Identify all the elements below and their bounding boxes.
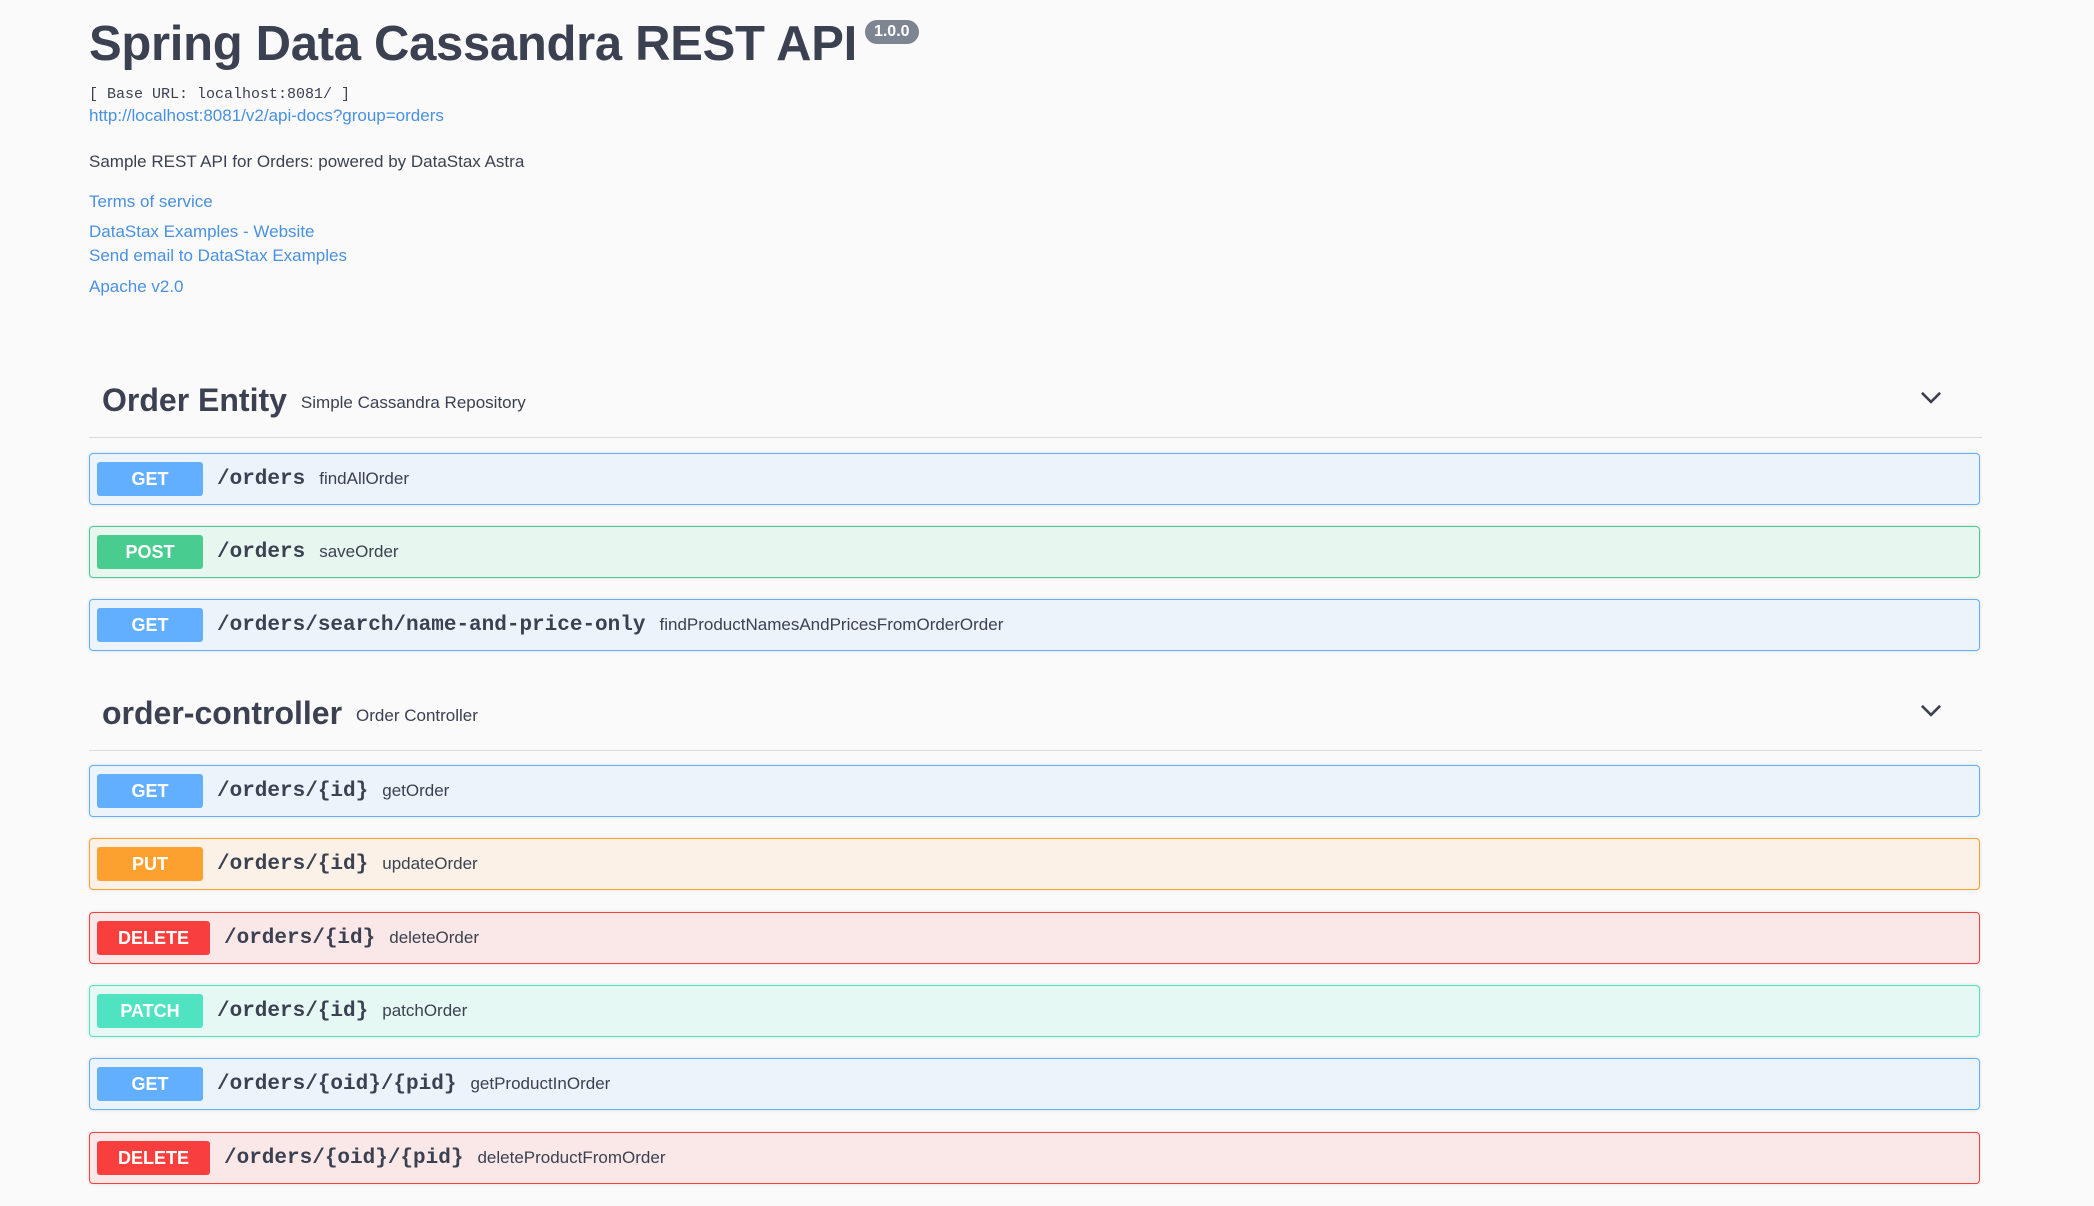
operation-post-orders[interactable]: POST /orders saveOrder — [89, 526, 1980, 578]
operation-delete-product-from-order[interactable]: DELETE /orders/{oid}/{pid} deleteProduct… — [89, 1132, 1980, 1184]
tag-section-order-controller: order-controller Order Controller — [89, 676, 1982, 751]
operation-delete-order-by-id[interactable]: DELETE /orders/{id} deleteOrder — [89, 912, 1980, 964]
tag-name: Order Entity — [102, 381, 287, 418]
operation-path: /orders/{id} — [217, 999, 369, 1023]
terms-of-service-link[interactable]: Terms of service — [89, 190, 1989, 214]
method-badge-put: PUT — [97, 847, 203, 881]
operation-path: /orders/{oid}/{pid} — [224, 1146, 464, 1170]
base-url: [ Base URL: localhost:8081/ ] — [89, 86, 351, 103]
tag-description: Order Controller — [356, 706, 478, 725]
chevron-down-icon[interactable] — [1918, 698, 1944, 724]
chevron-down-icon[interactable] — [1918, 385, 1944, 411]
operation-get-orders-search[interactable]: GET /orders/search/name-and-price-only f… — [89, 599, 1980, 651]
operation-patch-order-by-id[interactable]: PATCH /orders/{id} patchOrder — [89, 985, 1980, 1037]
tag-header-order-entity[interactable]: Order Entity Simple Cassandra Repository — [89, 363, 1982, 438]
operation-summary: getProductInOrder — [470, 1074, 611, 1093]
operation-get-order-by-id[interactable]: GET /orders/{id} getOrder — [89, 765, 1980, 817]
tag-description: Simple Cassandra Repository — [300, 393, 526, 412]
operation-summary: deleteProductFromOrder — [477, 1148, 666, 1167]
method-badge-get: GET — [97, 608, 203, 642]
operation-summary: getOrder — [382, 781, 450, 800]
method-badge-get: GET — [97, 462, 203, 496]
operation-get-orders[interactable]: GET /orders findAllOrder — [89, 453, 1980, 505]
operation-path: /orders/{id} — [217, 852, 369, 876]
swagger-page: Spring Data Cassandra REST API 1.0.0 [ B… — [0, 0, 2094, 1206]
operation-summary: findAllOrder — [319, 469, 409, 488]
version-badge: 1.0.0 — [864, 20, 919, 44]
method-badge-post: POST — [97, 535, 203, 569]
operation-get-product-in-order[interactable]: GET /orders/{oid}/{pid} getProductInOrde… — [89, 1058, 1980, 1110]
operation-path: /orders/search/name-and-price-only — [217, 613, 646, 637]
operation-summary: updateOrder — [382, 854, 478, 873]
operation-summary: findProductNamesAndPricesFromOrderOrder — [659, 615, 1004, 634]
api-docs-link[interactable]: http://localhost:8081/v2/api-docs?group=… — [89, 105, 1989, 127]
api-description: Sample REST API for Orders: powered by D… — [89, 152, 525, 171]
tag-header-order-controller[interactable]: order-controller Order Controller — [89, 676, 1982, 751]
operation-path: /orders — [217, 540, 306, 564]
method-badge-get: GET — [97, 774, 203, 808]
operation-path: /orders/{oid}/{pid} — [217, 1072, 457, 1096]
title-row: Spring Data Cassandra REST API 1.0.0 — [89, 14, 1989, 74]
tag-name: order-controller — [102, 694, 343, 731]
operation-put-order-by-id[interactable]: PUT /orders/{id} updateOrder — [89, 838, 1980, 890]
operation-summary: deleteOrder — [389, 928, 480, 947]
method-badge-delete: DELETE — [97, 921, 210, 955]
contact-website-link[interactable]: DataStax Examples - Website — [89, 220, 1989, 244]
license-link[interactable]: Apache v2.0 — [89, 275, 1989, 299]
api-title: Spring Data Cassandra REST API — [89, 17, 857, 71]
api-info: Spring Data Cassandra REST API 1.0.0 [ B… — [89, 14, 1989, 299]
operation-path: /orders/{id} — [224, 926, 376, 950]
operation-summary: saveOrder — [319, 542, 399, 561]
method-badge-delete: DELETE — [97, 1141, 210, 1175]
operation-path: /orders/{id} — [217, 779, 369, 803]
method-badge-patch: PATCH — [97, 994, 203, 1028]
operation-path: /orders — [217, 467, 306, 491]
method-badge-get: GET — [97, 1067, 203, 1101]
operation-summary: patchOrder — [382, 1001, 468, 1020]
tag-section-order-entity: Order Entity Simple Cassandra Repository — [89, 363, 1982, 438]
contact-email-link[interactable]: Send email to DataStax Examples — [89, 244, 1989, 268]
